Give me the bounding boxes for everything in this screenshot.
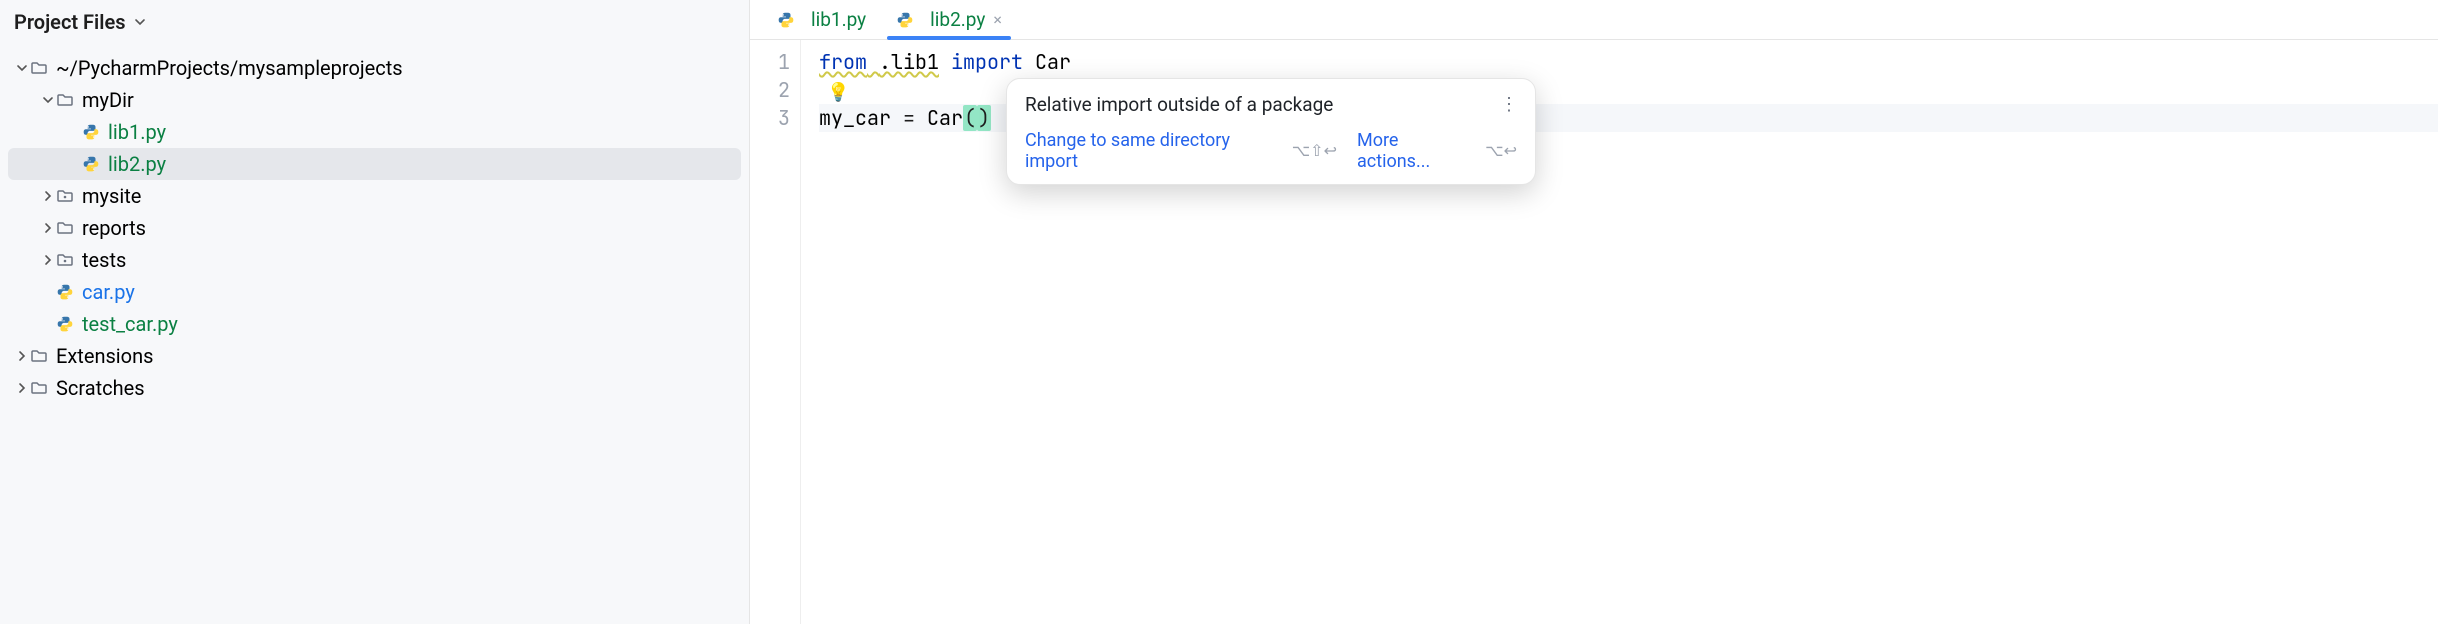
- chevron-right-icon: [40, 220, 56, 236]
- panel-title: Project Files: [14, 10, 126, 34]
- tab-lib2[interactable]: lib2.py ×: [881, 0, 1017, 39]
- folder-icon: [56, 91, 74, 109]
- python-file-icon: [82, 123, 100, 141]
- tree-file-car[interactable]: car.py: [0, 276, 749, 308]
- python-file-icon: [56, 315, 74, 333]
- project-files-panel: Project Files ~/PycharmProjects/mysample…: [0, 0, 750, 624]
- python-file-icon: [56, 283, 74, 301]
- chevron-down-icon: [40, 92, 56, 108]
- chevron-right-icon: [14, 380, 30, 396]
- python-file-icon: [896, 11, 914, 29]
- tree-label: Extensions: [56, 344, 153, 368]
- tree-label: ~/PycharmProjects/mysampleprojects: [56, 56, 403, 80]
- line-number: 1: [750, 48, 790, 76]
- code-line[interactable]: from .lib1 import Car: [819, 48, 2438, 76]
- tree-dir-reports[interactable]: reports: [0, 212, 749, 244]
- tree-label: tests: [82, 248, 126, 272]
- file-tree: ~/PycharmProjects/mysampleprojects myDir…: [0, 48, 749, 408]
- chevron-right-icon: [14, 348, 30, 364]
- chevron-right-icon: [40, 188, 56, 204]
- python-file-icon: [777, 11, 795, 29]
- tree-root[interactable]: ~/PycharmProjects/mysampleprojects: [0, 52, 749, 84]
- tab-lib1[interactable]: lib1.py: [762, 0, 881, 39]
- chevron-right-icon: [40, 252, 56, 268]
- tree-file-lib2[interactable]: lib2.py: [8, 148, 741, 180]
- intention-popup: Relative import outside of a package ⋮ C…: [1006, 78, 1536, 185]
- project-files-header[interactable]: Project Files: [0, 0, 749, 48]
- intention-bulb-icon[interactable]: 💡: [827, 79, 849, 107]
- code-editor[interactable]: 1 2 3 from .lib1 import Car 💡 my_car = C…: [750, 40, 2438, 624]
- folder-icon: [30, 379, 48, 397]
- intention-title: Relative import outside of a package: [1025, 93, 1333, 116]
- tree-label: Scratches: [56, 376, 145, 400]
- tree-dir-mysite[interactable]: mysite: [0, 180, 749, 212]
- close-icon[interactable]: ×: [993, 10, 1002, 29]
- folder-dot-icon: [56, 187, 74, 205]
- tree-dir-tests[interactable]: tests: [0, 244, 749, 276]
- folder-dot-icon: [56, 251, 74, 269]
- tree-node-scratches[interactable]: Scratches: [0, 372, 749, 404]
- folder-icon: [30, 347, 48, 365]
- folder-icon: [56, 219, 74, 237]
- shortcut-hint: ⌥⇧↩: [1292, 141, 1337, 161]
- tree-label: car.py: [82, 280, 135, 304]
- chevron-down-icon: [14, 60, 30, 76]
- editor-area: lib1.py lib2.py × 1 2 3 from .lib1 impor…: [750, 0, 2438, 624]
- tree-label: test_car.py: [82, 312, 178, 336]
- more-options-icon[interactable]: ⋮: [1500, 94, 1517, 115]
- tree-dir-mydir[interactable]: myDir: [0, 84, 749, 116]
- chevron-down-icon: [132, 14, 148, 30]
- shortcut-hint: ⌥↩: [1485, 141, 1517, 161]
- python-file-icon: [82, 155, 100, 173]
- intention-action-change-import[interactable]: Change to same directory import: [1025, 130, 1278, 172]
- tree-node-extensions[interactable]: Extensions: [0, 340, 749, 372]
- tree-file-lib1[interactable]: lib1.py: [0, 116, 749, 148]
- folder-icon: [30, 59, 48, 77]
- tree-label: lib1.py: [108, 120, 166, 144]
- tab-label: lib1.py: [811, 8, 866, 31]
- tree-label: reports: [82, 216, 146, 240]
- tab-label: lib2.py: [930, 8, 985, 31]
- intention-action-more[interactable]: More actions...: [1357, 130, 1471, 172]
- line-number: 3: [750, 104, 790, 132]
- tree-label: myDir: [82, 88, 134, 112]
- tree-label: lib2.py: [108, 152, 166, 176]
- tree-file-testcar[interactable]: test_car.py: [0, 308, 749, 340]
- line-number: 2: [750, 76, 790, 104]
- editor-tabs: lib1.py lib2.py ×: [750, 0, 2438, 40]
- line-gutter: 1 2 3: [750, 40, 800, 624]
- tree-label: mysite: [82, 184, 141, 208]
